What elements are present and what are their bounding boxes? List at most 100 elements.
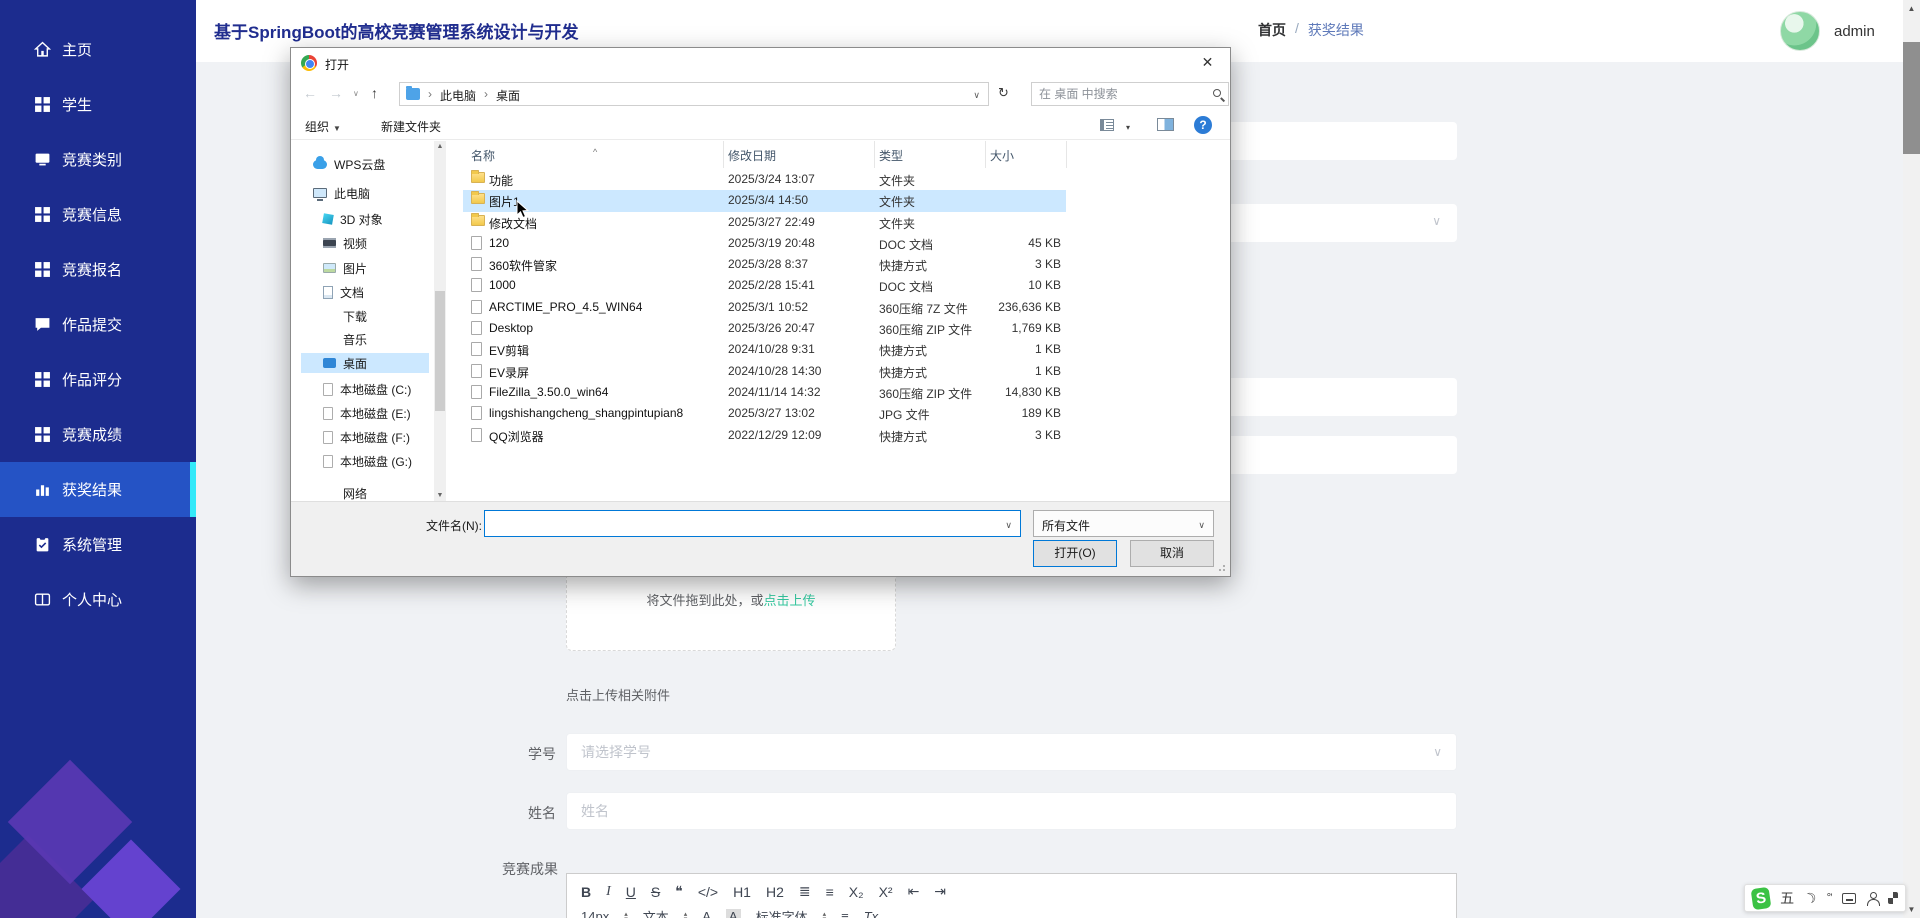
file-row[interactable]: FileZilla_3.50.0_win642024/11/14 14:3236… xyxy=(463,382,1066,403)
column-date[interactable]: 修改日期 xyxy=(728,147,776,164)
tree-item-downloads[interactable]: 下载 xyxy=(343,306,367,326)
punctuation-icon[interactable]: °’ xyxy=(1827,892,1832,904)
tree-item-music[interactable]: 音乐 xyxy=(343,329,367,349)
outdent-icon[interactable]: ⇤ xyxy=(908,883,920,900)
forward-icon[interactable]: → xyxy=(329,85,343,101)
file-row[interactable]: 修改文档2025/3/27 22:49文件夹 xyxy=(463,212,1066,233)
underline-icon[interactable]: U xyxy=(626,884,636,900)
file-row[interactable]: ARCTIME_PRO_4.5_WIN642025/3/1 10:52360压缩… xyxy=(463,297,1066,318)
file-row[interactable]: EV剪辑2024/10/28 9:31快捷方式1 KB xyxy=(463,339,1066,360)
tree-item-documents[interactable]: 文档 xyxy=(323,282,364,302)
tree-item-drive-e[interactable]: 本地磁盘 (E:) xyxy=(323,403,411,423)
sidebar-item-system-admin[interactable]: 系统管理 xyxy=(0,517,196,572)
upload-link[interactable]: 点击上传 xyxy=(764,593,816,608)
tree-item-drive-c[interactable]: 本地磁盘 (C:) xyxy=(323,379,411,399)
organize-button[interactable]: 组织▼ xyxy=(305,118,341,135)
scroll-thumb[interactable] xyxy=(435,291,445,411)
filename-combobox[interactable]: ∨ xyxy=(484,510,1021,537)
spinner-icon[interactable]: ▴▾ xyxy=(624,912,628,918)
column-name[interactable]: 名称 xyxy=(471,147,495,164)
spinner-icon[interactable]: ▴▾ xyxy=(823,912,827,918)
new-folder-button[interactable]: 新建文件夹 xyxy=(381,118,441,135)
tree-scrollbar[interactable]: ▲ ▼ xyxy=(434,141,446,501)
help-icon[interactable]: ? xyxy=(1194,116,1212,134)
file-row[interactable]: 功能2025/3/24 13:07文件夹 xyxy=(463,169,1066,190)
history-dropdown-icon[interactable]: ∨ xyxy=(353,89,359,98)
preview-pane-icon[interactable] xyxy=(1157,118,1174,131)
person-icon[interactable] xyxy=(1866,892,1878,905)
heading1-icon[interactable]: H1 xyxy=(733,884,751,900)
strikethrough-icon[interactable]: S xyxy=(651,884,660,900)
paragraph-select[interactable]: 文本 xyxy=(643,907,669,918)
scroll-up-icon[interactable]: ▲ xyxy=(434,143,446,150)
indent-icon[interactable]: ⇥ xyxy=(934,883,946,900)
open-button[interactable]: 打开(O) xyxy=(1033,540,1117,567)
column-size[interactable]: 大小 xyxy=(990,147,1014,164)
avatar[interactable] xyxy=(1780,11,1820,51)
moon-icon[interactable]: ☽ xyxy=(1801,888,1820,909)
up-icon[interactable]: ↑ xyxy=(371,85,378,101)
user-box[interactable]: admin xyxy=(1780,11,1875,51)
file-row-selected[interactable]: 图片12025/3/4 14:50文件夹 xyxy=(463,190,1066,211)
sidebar-item-personal-center[interactable]: 个人中心 xyxy=(0,572,196,627)
chevron-down-icon[interactable]: ∨ xyxy=(1005,520,1012,531)
sidebar-item-students[interactable]: 学生 xyxy=(0,77,196,132)
search-icon[interactable] xyxy=(1213,89,1221,97)
close-icon[interactable]: ✕ xyxy=(1185,48,1230,77)
name-input[interactable] xyxy=(581,793,1401,829)
view-caret-icon[interactable]: ▾ xyxy=(1126,123,1130,132)
column-type[interactable]: 类型 xyxy=(879,147,903,164)
page-scrollbar[interactable]: ▲ ▼ xyxy=(1903,0,1920,918)
subscript-icon[interactable]: X₂ xyxy=(849,884,864,900)
superscript-icon[interactable]: X² xyxy=(879,884,893,900)
cancel-button[interactable]: 取消 xyxy=(1130,540,1214,567)
search-box[interactable] xyxy=(1031,82,1229,106)
tree-item-3d-objects[interactable]: 3D 对象 xyxy=(323,209,383,229)
resize-grip[interactable] xyxy=(1218,564,1226,572)
file-row[interactable]: QQ浏览器2022/12/29 12:09快捷方式3 KB xyxy=(463,425,1066,446)
sidebar-item-competition-info[interactable]: 竞赛信息 xyxy=(0,187,196,242)
font-size-select[interactable]: 14px xyxy=(581,909,609,918)
crumb-this-pc[interactable]: 此电脑 xyxy=(440,87,476,104)
tree-item-drive-g[interactable]: 本地磁盘 (G:) xyxy=(323,451,412,471)
tree-item-drive-f[interactable]: 本地磁盘 (F:) xyxy=(323,427,410,447)
scroll-thumb[interactable] xyxy=(1903,42,1920,154)
sidebar-item-competition-signup[interactable]: 竞赛报名 xyxy=(0,242,196,297)
sidebar-item-home[interactable]: 主页 xyxy=(0,22,196,77)
list-view-icon[interactable] xyxy=(1100,119,1114,131)
clear-format-icon[interactable]: Tx xyxy=(864,909,878,918)
address-chevron-icon[interactable]: ∨ xyxy=(973,90,980,101)
filename-input[interactable] xyxy=(491,513,991,534)
name-field[interactable] xyxy=(566,792,1457,830)
file-row[interactable]: 1202025/3/19 20:48DOC 文档45 KB xyxy=(463,233,1066,254)
sidebar-item-competition-category[interactable]: 竞赛类别 xyxy=(0,132,196,187)
file-row[interactable]: lingshishangcheng_shangpintupian82025/3/… xyxy=(463,403,1066,424)
keyboard-icon[interactable] xyxy=(1842,893,1856,904)
font-family-select[interactable]: 标准字体 xyxy=(756,907,808,918)
file-row[interactable]: EV录屏2024/10/28 14:30快捷方式1 KB xyxy=(463,361,1066,382)
sidebar-item-work-submit[interactable]: 作品提交 xyxy=(0,297,196,352)
tree-item-network[interactable]: 网络 xyxy=(343,483,367,503)
file-row[interactable]: Desktop2025/3/26 20:47360压缩 ZIP 文件1,769 … xyxy=(463,318,1066,339)
student-id-select[interactable]: ∨ xyxy=(566,733,1457,771)
tree-item-this-pc[interactable]: 此电脑 xyxy=(313,183,370,203)
align-icon[interactable]: ≡ xyxy=(841,909,849,918)
text-color-icon[interactable]: A xyxy=(702,909,711,918)
dialog-titlebar[interactable]: 打开 ✕ xyxy=(291,48,1230,78)
ime-toolbar[interactable]: S 五 ☽ °’ xyxy=(1744,884,1906,912)
scroll-down-icon[interactable]: ▼ xyxy=(434,492,446,499)
file-row[interactable]: 10002025/2/28 15:41DOC 文档10 KB xyxy=(463,275,1066,296)
scroll-up-icon[interactable]: ▲ xyxy=(1903,4,1920,13)
breadcrumb-home[interactable]: 首页 xyxy=(1258,20,1286,40)
rich-text-editor[interactable]: B I U S ❝ </> H1 H2 ≣ ≡ X₂ X² ⇤ ⇥ 14px ▴… xyxy=(566,873,1457,918)
search-input[interactable] xyxy=(1039,85,1199,103)
unordered-list-icon[interactable]: ≡ xyxy=(826,884,834,900)
sidebar-item-award-results[interactable]: 获奖结果 xyxy=(0,462,196,517)
sidebar-item-work-score[interactable]: 作品评分 xyxy=(0,352,196,407)
code-icon[interactable]: </> xyxy=(698,884,718,900)
bold-icon[interactable]: B xyxy=(581,884,591,900)
tree-item-videos[interactable]: 视频 xyxy=(323,233,367,253)
tree-item-wps-cloud[interactable]: WPS云盘 xyxy=(313,154,385,174)
ordered-list-icon[interactable]: ≣ xyxy=(799,883,811,900)
heading2-icon[interactable]: H2 xyxy=(766,884,784,900)
